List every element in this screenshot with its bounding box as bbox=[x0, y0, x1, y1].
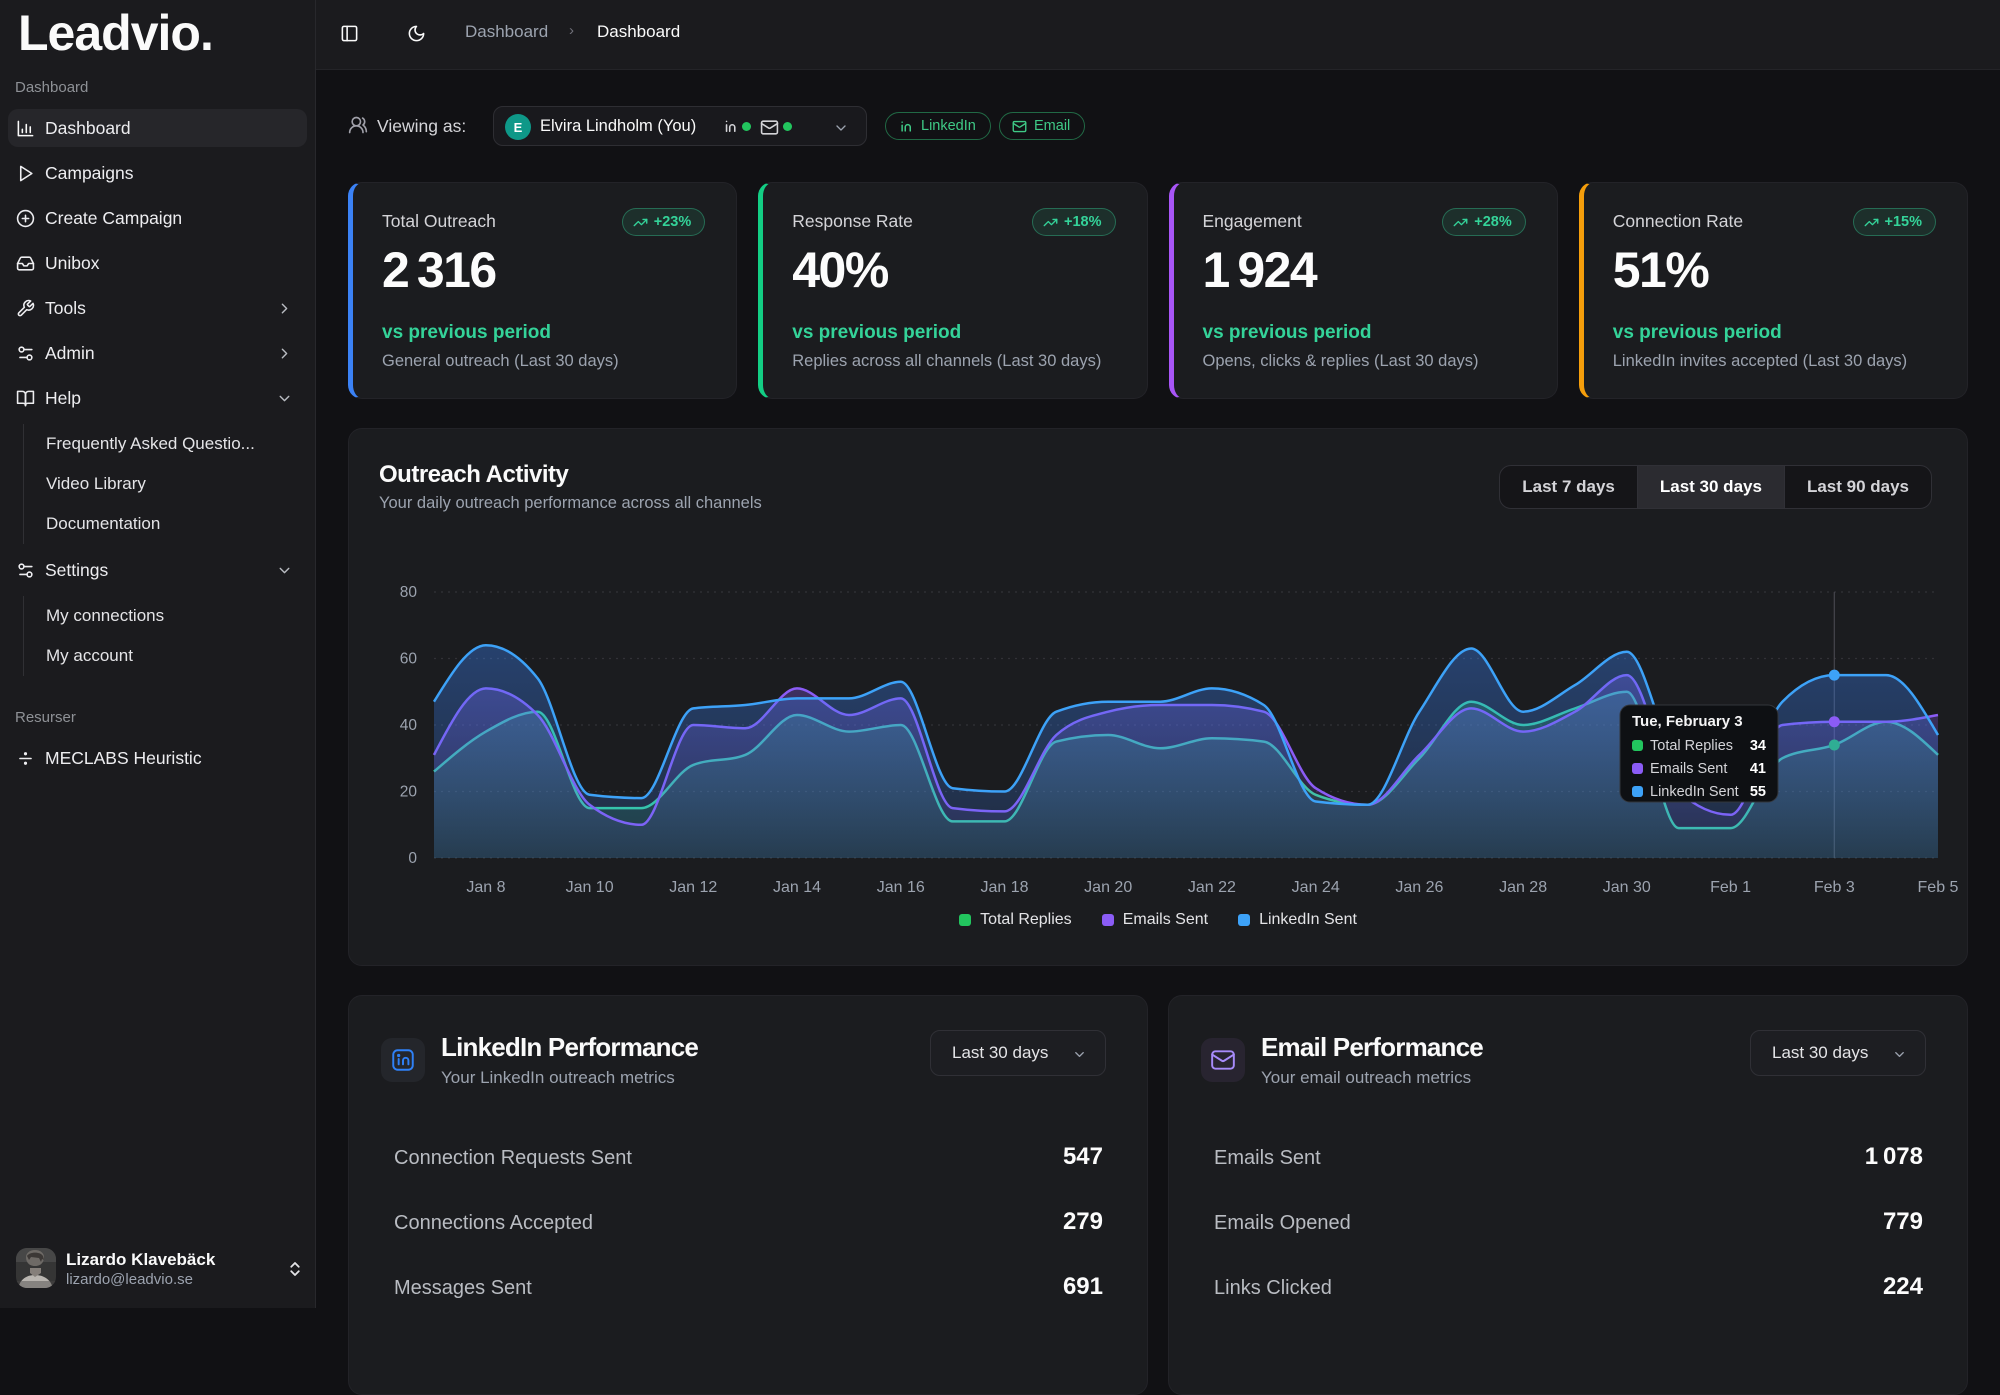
svg-text:20: 20 bbox=[400, 784, 418, 801]
svg-text:Feb 1: Feb 1 bbox=[1710, 879, 1751, 896]
svg-text:80: 80 bbox=[400, 584, 418, 601]
svg-text:Jan 28: Jan 28 bbox=[1499, 879, 1547, 896]
svg-text:Jan 26: Jan 26 bbox=[1395, 879, 1443, 896]
svg-text:41: 41 bbox=[1750, 761, 1766, 777]
svg-text:Emails Sent: Emails Sent bbox=[1650, 761, 1727, 777]
svg-text:Jan 14: Jan 14 bbox=[773, 879, 821, 896]
svg-text:LinkedIn Sent: LinkedIn Sent bbox=[1650, 784, 1739, 800]
svg-text:Jan 10: Jan 10 bbox=[566, 879, 614, 896]
svg-text:34: 34 bbox=[1750, 738, 1766, 754]
svg-text:Jan 22: Jan 22 bbox=[1188, 879, 1236, 896]
svg-text:0: 0 bbox=[408, 850, 417, 867]
svg-text:40: 40 bbox=[400, 717, 418, 734]
svg-text:Jan 16: Jan 16 bbox=[877, 879, 925, 896]
svg-text:Total Replies: Total Replies bbox=[1650, 738, 1733, 754]
svg-text:Jan 20: Jan 20 bbox=[1084, 879, 1132, 896]
svg-text:Jan 30: Jan 30 bbox=[1603, 879, 1651, 896]
svg-text:Feb 3: Feb 3 bbox=[1814, 879, 1855, 896]
svg-text:Jan 24: Jan 24 bbox=[1292, 879, 1340, 896]
svg-text:Jan 8: Jan 8 bbox=[466, 879, 505, 896]
svg-text:Jan 18: Jan 18 bbox=[980, 879, 1028, 896]
svg-text:55: 55 bbox=[1750, 784, 1766, 800]
svg-text:Jan 12: Jan 12 bbox=[669, 879, 717, 896]
svg-text:Feb 5: Feb 5 bbox=[1918, 879, 1959, 896]
svg-text:60: 60 bbox=[400, 651, 418, 668]
svg-text:Tue, February 3: Tue, February 3 bbox=[1632, 713, 1743, 730]
